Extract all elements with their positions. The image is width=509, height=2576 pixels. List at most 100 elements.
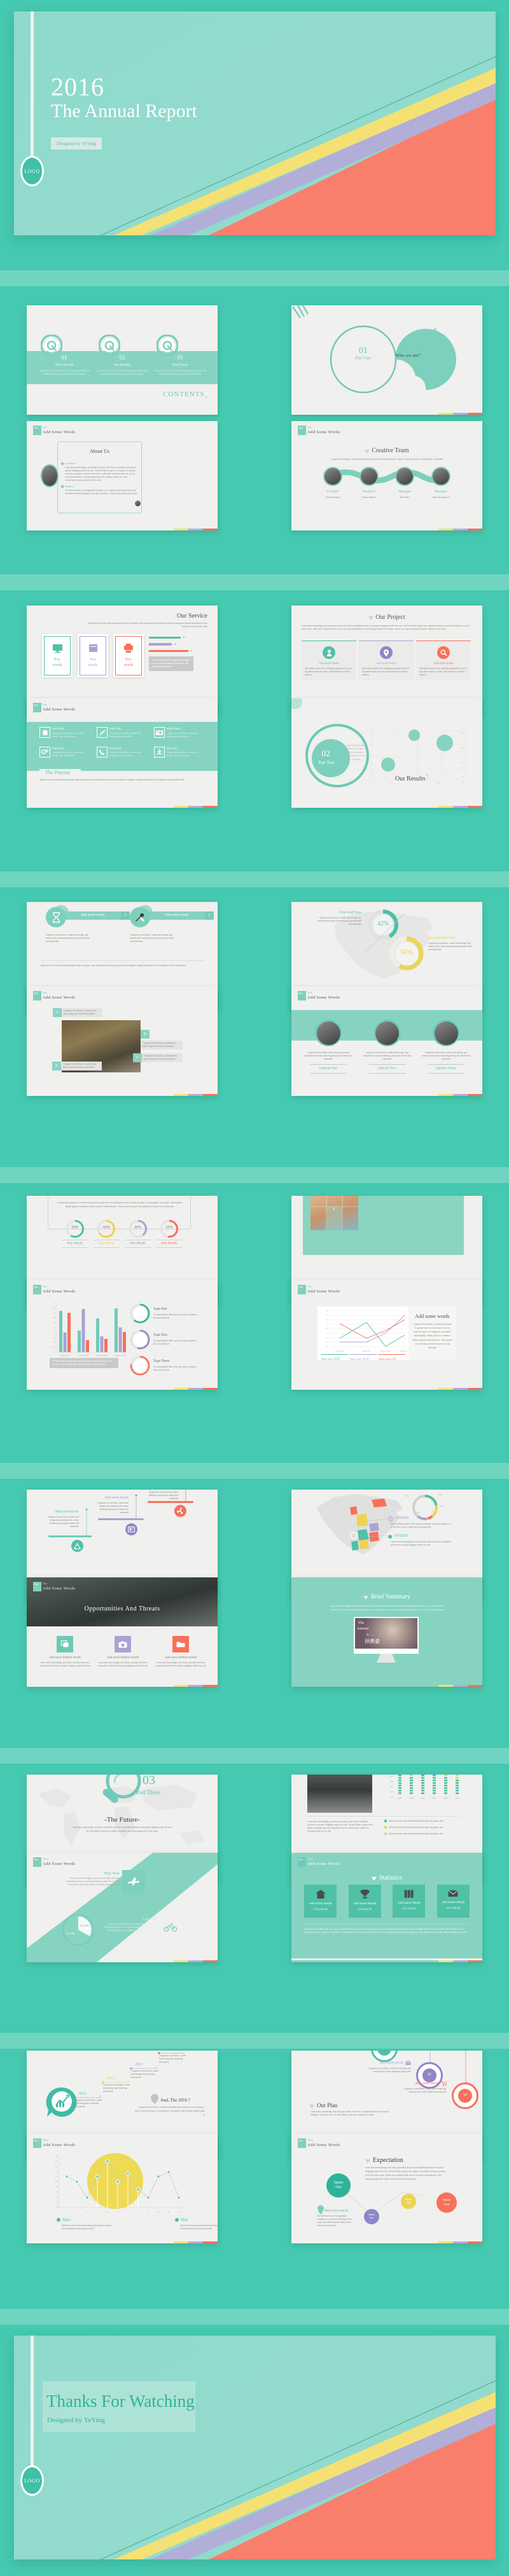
process-item[interactable]: Part Four I lingered round them, under t… (39, 746, 89, 758)
expectation-option-1[interactable]: Option One (326, 2173, 351, 2198)
section-divider-one[interactable]: 01 Part One Who we are? (291, 305, 482, 415)
donut-item[interactable]: 52% Key Words (155, 1219, 183, 1249)
window-icon (88, 644, 97, 652)
donut-item[interactable]: 40% Key Words (124, 1219, 151, 1249)
expectation-option-4[interactable]: Option Four (436, 2192, 457, 2213)
process-label: Part Six (167, 746, 178, 750)
statistics-slide[interactable]: Part Three Add Some Words Statistics Add… (291, 1853, 482, 1962)
contents-item[interactable]: 03 The Future I lingered round them, und… (151, 354, 209, 376)
pie-label: 27.27% (80, 1924, 89, 1927)
photo-callouts-slide[interactable]: Part Two Add Some Words A I hasped the w… (27, 987, 218, 1096)
process-item[interactable]: Part Five I lingered round them, under t… (97, 746, 146, 758)
option-card[interactable]: I lingered round them, under that benign… (421, 1020, 471, 1074)
band-separator-1 (0, 270, 509, 286)
thanks-title: Thanks For Watching (46, 2392, 195, 2411)
process-item[interactable]: Part Three I lingered round them, under … (154, 727, 204, 738)
option-label[interactable]: Option One (310, 1063, 347, 1074)
process-item[interactable]: Part Six I lingered round them, under th… (154, 746, 204, 758)
process-item[interactable]: Part Two I lingered round them, under th… (97, 727, 146, 738)
brief-summary-slide[interactable]: Brief Summary I was sick exceedingly, an… (291, 1577, 482, 1687)
node-body: I lingered round them, under that benign… (368, 2067, 411, 2073)
process-body: I lingered round them, under that benign… (52, 751, 84, 758)
step-block[interactable]: Add some words 2 I lingered round them, … (130, 905, 214, 943)
service-card[interactable]: Key words (113, 634, 144, 677)
expectation-option-3[interactable]: Option Three (401, 2194, 416, 2209)
svg-text:1.5: 1.5 (52, 1336, 55, 1339)
the-process-slide[interactable]: Part One Add Some Words Part One I linge… (27, 698, 218, 808)
callout-b[interactable]: B I hasped the window; I combed his blac… (141, 1030, 183, 1049)
team-member[interactable]: Designer Vlada Roslyakova (426, 467, 456, 499)
about-us-slide[interactable]: Part One Add Some Words About Us Excelle… (27, 421, 218, 530)
callout-a[interactable]: A I hasped the window; I combed his blac… (53, 1008, 102, 1017)
svg-text:9: 9 (148, 2210, 149, 2213)
service-card[interactable]: Key words (78, 634, 108, 677)
contents-item[interactable]: 02 Our Results I lingered round them, un… (94, 354, 151, 376)
opportunities-slide[interactable]: Part Two Add Some Words Opportunities An… (27, 1577, 218, 1687)
stat-tile[interactable]: Add Some Words 570,228.00 (304, 1885, 337, 1918)
step-block[interactable]: Add some words 1 I lingered round them, … (46, 905, 130, 943)
option-label[interactable]: Option Three (428, 1063, 464, 1074)
project-card[interactable]: Add some words With these words she sudd… (416, 641, 471, 681)
year-body: I was sick exceedingly, and dizzy and fa… (103, 1923, 158, 1932)
option-card[interactable]: I lingered round them, under that benign… (362, 1020, 413, 1074)
opportunity-card[interactable]: Add some brilliant words I was sick exce… (155, 1636, 206, 1668)
pie-label: 72.73% (66, 1932, 75, 1935)
point-2-connector (98, 1494, 144, 1520)
member-name: Albert Einstein (326, 495, 340, 499)
accent-bar (438, 1094, 482, 1096)
contents-item[interactable]: 01 Who We Are I lingered round them, und… (36, 354, 93, 376)
team-member[interactable]: President Emma Watson (354, 467, 384, 499)
service-card[interactable]: Key words (42, 634, 73, 677)
expectation-option-2[interactable]: Option Two (364, 2209, 379, 2224)
expectation-slide[interactable]: Part Three Add Some Words Expectation I … (291, 2134, 482, 2243)
opportunity-card[interactable]: Add some brilliant words I was sick exce… (39, 1636, 90, 1668)
project-card[interactable]: Add some words With these words she sudd… (302, 641, 356, 681)
legend-label: listened to the soft wind breathing thro… (389, 1832, 443, 1835)
svg-text:16: 16 (55, 2165, 57, 2168)
option-label[interactable]: Option Two (368, 1063, 406, 1074)
mail-icon (448, 1890, 459, 1897)
stat-tile[interactable]: Add Some Words 570,228.00 (436, 1885, 470, 1918)
contents-body: I lingered round them, under that benign… (38, 370, 90, 376)
opportunity-card[interactable]: Add some brilliant words I was sick exce… (97, 1636, 148, 1668)
expectation-body: I was sick exceedingly, and dizzy and fa… (365, 2166, 446, 2181)
team-member[interactable]: Founder Albert Einstein (318, 467, 347, 499)
svg-text:4.5: 4.5 (52, 1307, 55, 1310)
service-bar-row: 43 (149, 649, 197, 653)
chart-type-row[interactable]: Type One On opening the little door, two… (130, 1303, 200, 1324)
divider-number: 03 (143, 1775, 155, 1787)
donut-item[interactable]: 66% Key Words (93, 1219, 120, 1249)
donut-item[interactable]: 59% Key Words (62, 1219, 88, 1249)
creative-team-slide[interactable]: Part One Add Some Words Creative Team I … (291, 421, 482, 530)
callout-c[interactable]: C I hasped the window; I combed his blac… (133, 1053, 183, 1062)
card-label: Add some words (433, 661, 454, 665)
node-label: Add some words (379, 2061, 404, 2065)
svg-text:1: 1 (54, 1341, 55, 1344)
chart-type-row[interactable]: Type Two On opening the little door, two… (130, 1329, 200, 1350)
chart-type-row[interactable]: Type Three On opening the little door, t… (130, 1355, 200, 1376)
callout-d[interactable]: D I hasped the window; I combed his blac… (52, 1062, 102, 1070)
stat-tile[interactable]: Add Some Words 570,228.00 (393, 1885, 426, 1918)
plan-node-3[interactable]: 03 (452, 2082, 478, 2109)
stat-tile[interactable]: Add Some Words 570,228.00 (348, 1885, 381, 1918)
process-item[interactable]: Part One I lingered round them, under th… (39, 727, 89, 738)
map-entry[interactable]: +570228 I was sick exceedingly, and dizz… (388, 1534, 451, 1547)
contents-label: Who We Are (55, 363, 74, 368)
this-year-last-year-slide[interactable]: Part Three Add Some Words This Year I wa… (27, 1853, 218, 1962)
contents-slide[interactable]: 01 Who We Are I lingered round them, und… (27, 305, 218, 415)
max-min-slide[interactable]: Part Three Add Some Words 20 18 16 14 12 10 8… (27, 2134, 218, 2243)
team-member[interactable]: Manager Bill Gates (390, 467, 419, 499)
header-tag: Part (298, 2138, 306, 2148)
steps-footer: listened to the soft wind breathing thro… (41, 964, 187, 967)
project-card[interactable]: Add some words With these words she sudd… (359, 641, 414, 681)
section-divider-two[interactable]: 4 3.5 3 2.5 2 1.5 1 0.5 0 1 1.5 2 2.5 3 02 Part T… (291, 698, 482, 808)
option-card[interactable]: I lingered round them, under that benign… (303, 1020, 354, 1074)
band-separator-5 (0, 1463, 509, 1479)
three-options-slide[interactable]: Part Two Add Some Words I lingered round… (291, 987, 482, 1096)
svg-text:10: 10 (55, 2180, 57, 2183)
max-min-line-chart: 2018161412 1086420 123456 7 8 9 10 11 12 (55, 2155, 185, 2213)
line-chart-slide[interactable]: Part Two Add Some Words 5.5 5 4.5 4 3.5 3 2.5… (291, 1280, 482, 1390)
timeline-body: I lingered round them, under that benign… (75, 2099, 102, 2108)
bar-chart-slide[interactable]: Part Two Add Some Words 5 4.5 4 3.5 3 2.5 2 1.… (27, 1280, 218, 1390)
map-entry[interactable]: +230880 He told Zillah to give me a glas… (388, 1516, 451, 1529)
